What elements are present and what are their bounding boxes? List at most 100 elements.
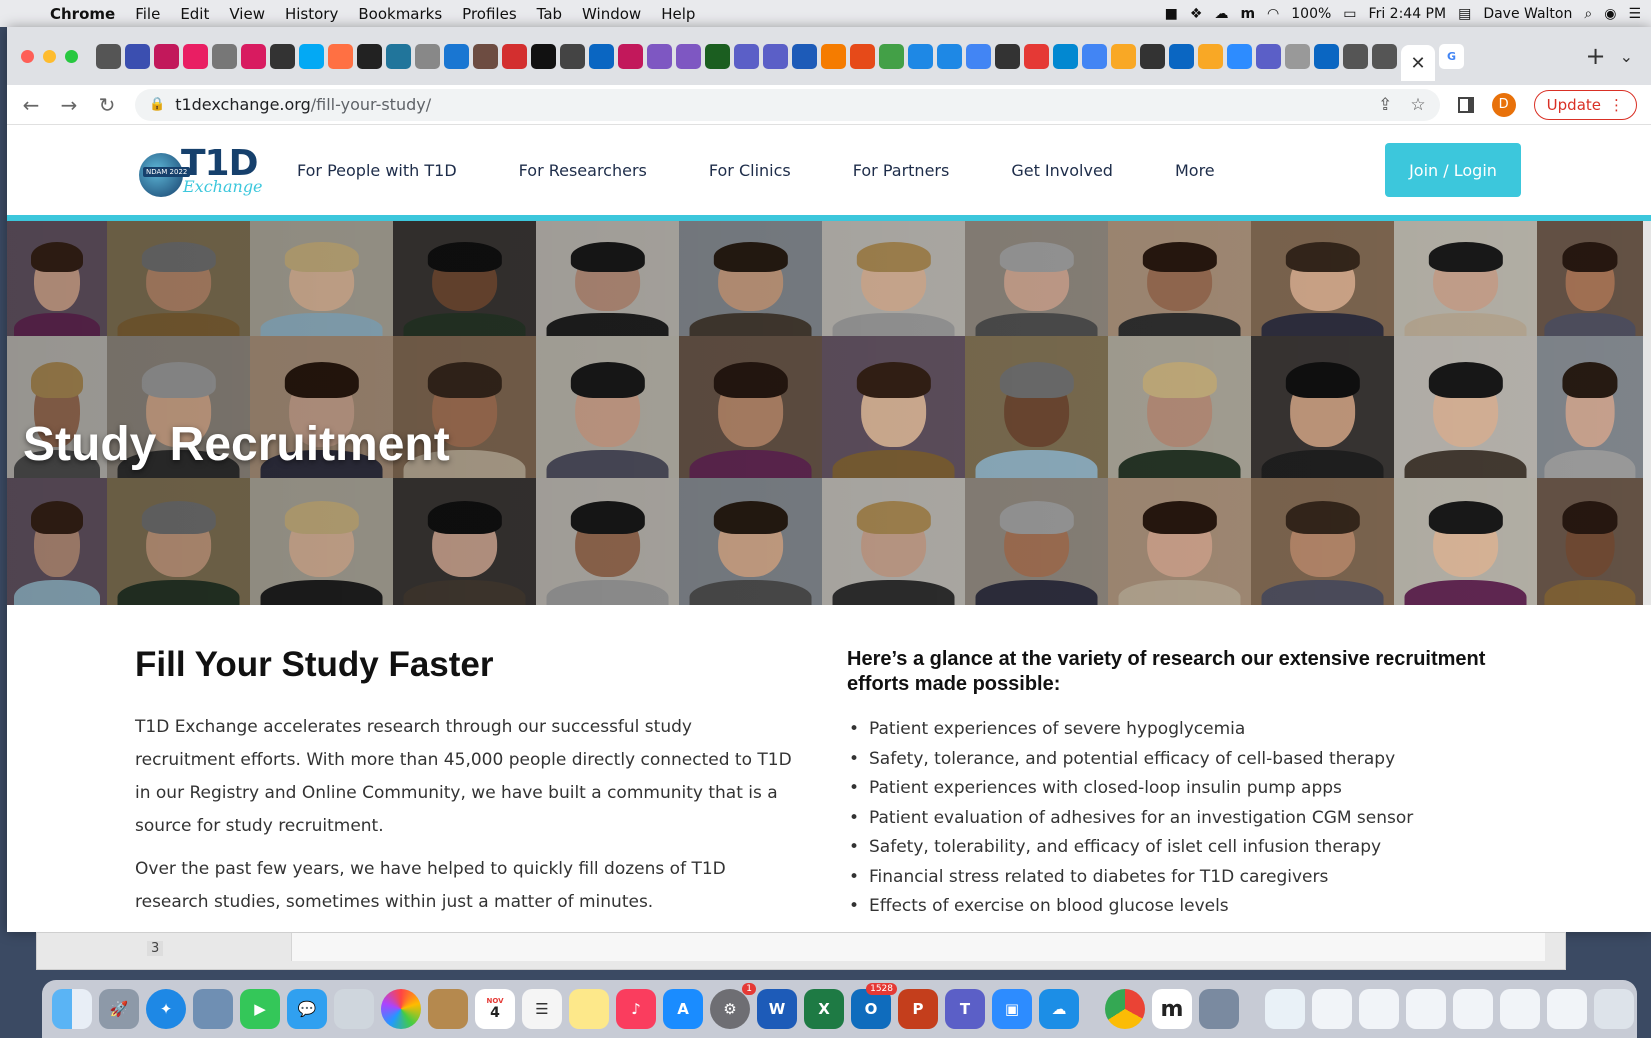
pinned-tab-favicon-icon[interactable] (328, 43, 353, 69)
finder-icon[interactable] (52, 989, 92, 1029)
notes-icon[interactable] (569, 989, 609, 1029)
pinned-tab-favicon-icon[interactable] (879, 43, 904, 69)
trash-icon[interactable] (1594, 989, 1634, 1029)
pinned-tab-favicon-icon[interactable] (937, 43, 962, 69)
siri-icon[interactable]: ◉ (1604, 6, 1616, 22)
reminders-icon[interactable]: ☰ (522, 989, 562, 1029)
pinned-tab-favicon-icon[interactable] (560, 43, 585, 69)
pinned-tab-favicon-icon[interactable] (299, 43, 324, 69)
nav-for-researchers[interactable]: For Researchers (519, 161, 647, 180)
minimized-window-thumbnail[interactable] (1500, 989, 1540, 1029)
minimized-window-thumbnail[interactable] (1547, 989, 1587, 1029)
onedrive-icon[interactable]: ☁ (1039, 989, 1079, 1029)
share-icon[interactable]: ⇪ (1378, 95, 1392, 115)
menubar-clock[interactable]: Fri 2:44 PM (1369, 6, 1447, 22)
pinned-tab-favicon-icon[interactable] (908, 43, 933, 69)
pinned-tab-favicon-icon[interactable] (995, 43, 1020, 69)
pinned-tab-favicon-icon[interactable] (589, 43, 614, 69)
minimized-window-thumbnail[interactable] (1312, 989, 1352, 1029)
menu-history[interactable]: History (275, 5, 348, 23)
pinned-tab-favicon-icon[interactable] (1227, 43, 1252, 69)
menu-help[interactable]: Help (651, 5, 705, 23)
pinned-tab-favicon-icon[interactable] (125, 43, 150, 69)
powerpoint-icon[interactable]: P (898, 989, 938, 1029)
contacts-icon[interactable] (428, 989, 468, 1029)
word-icon[interactable]: W (757, 989, 797, 1029)
system-preferences-icon[interactable]: ⚙ 1 (710, 983, 756, 1029)
pinned-tab-favicon-icon[interactable] (444, 43, 469, 69)
screenshot-tool-icon[interactable] (1199, 989, 1239, 1029)
preview-icon[interactable] (193, 989, 233, 1029)
pinned-tab-favicon-icon[interactable] (502, 43, 527, 69)
menu-edit[interactable]: Edit (170, 5, 219, 23)
pinned-tab-favicon-icon[interactable] (183, 43, 208, 69)
pinned-tab-favicon-icon[interactable] (1053, 43, 1078, 69)
google-tab-favicon-icon[interactable]: G (1439, 43, 1464, 69)
menu-tab[interactable]: Tab (527, 5, 572, 23)
menu-view[interactable]: View (219, 5, 275, 23)
menu-chrome[interactable]: Chrome (40, 5, 125, 23)
pinned-tab-favicon-icon[interactable] (96, 43, 121, 69)
battery-icon[interactable]: ▭ (1343, 6, 1356, 22)
t1d-exchange-logo[interactable]: NDAM 2022 T1D Exchange (139, 141, 263, 199)
minimized-window-thumbnail[interactable] (1359, 989, 1399, 1029)
new-tab-button[interactable]: + (1571, 42, 1619, 70)
nav-for-partners[interactable]: For Partners (853, 161, 950, 180)
spotlight-search-icon[interactable]: ⌕ (1584, 6, 1592, 22)
pinned-tab-favicon-icon[interactable] (734, 43, 759, 69)
zoom-status-icon[interactable]: ■ (1165, 6, 1178, 22)
pinned-tab-favicon-icon[interactable] (1140, 43, 1165, 69)
side-panel-icon[interactable] (1457, 96, 1474, 113)
pinned-tab-favicon-icon[interactable] (415, 43, 440, 69)
minimized-window-thumbnail[interactable] (1265, 989, 1305, 1029)
pinned-tab-favicon-icon[interactable] (763, 43, 788, 69)
pinned-tab-favicon-icon[interactable] (647, 43, 672, 69)
pinned-tab-favicon-icon[interactable] (270, 43, 295, 69)
pinned-tab-favicon-icon[interactable] (154, 43, 179, 69)
pinned-tab-favicon-icon[interactable] (821, 43, 846, 69)
pinned-tab-favicon-icon[interactable] (1256, 43, 1281, 69)
pinned-tab-favicon-icon[interactable] (241, 43, 266, 69)
control-center-icon[interactable]: ☰ (1628, 6, 1641, 22)
nav-for-clinics[interactable]: For Clinics (709, 161, 791, 180)
reload-icon[interactable]: ↻ (97, 93, 117, 117)
menu-window[interactable]: Window (572, 5, 651, 23)
app-store-icon[interactable]: A (663, 989, 703, 1029)
pinned-tab-favicon-icon[interactable] (1198, 43, 1223, 69)
chrome-icon[interactable] (1105, 989, 1145, 1029)
flag-icon[interactable]: ▤ (1458, 6, 1471, 22)
pinned-tab-favicon-icon[interactable] (1314, 43, 1339, 69)
close-window-button[interactable] (21, 49, 34, 63)
pinned-tab-favicon-icon[interactable] (850, 43, 875, 69)
background-document-window[interactable]: 3 (36, 932, 1566, 970)
m-app-icon[interactable]: m (1240, 6, 1255, 22)
minimize-window-button[interactable] (43, 49, 56, 63)
profile-avatar[interactable]: D (1491, 92, 1516, 117)
nav-get-involved[interactable]: Get Involved (1011, 161, 1113, 180)
safari-icon[interactable]: ✦ (146, 989, 186, 1029)
address-bar[interactable]: 🔒 t1dexchange.org/fill-your-study/ ⇪ ☆ (135, 88, 1440, 121)
pinned-tab-favicon-icon[interactable] (1024, 43, 1049, 69)
minimized-window-thumbnail[interactable] (1453, 989, 1493, 1029)
calendar-icon[interactable]: NOV 4 (475, 989, 515, 1029)
pinned-tab-favicon-icon[interactable] (1285, 43, 1310, 69)
pinned-tab-favicon-icon[interactable] (531, 43, 556, 69)
menu-file[interactable]: File (125, 5, 170, 23)
pinned-tab-favicon-icon[interactable] (357, 43, 382, 69)
cloud-icon[interactable]: ☁ (1214, 6, 1228, 22)
messages-icon[interactable]: 💬 (287, 989, 327, 1029)
photos-icon[interactable] (381, 989, 421, 1029)
back-arrow-icon[interactable]: ← (21, 93, 41, 117)
menubar-user[interactable]: Dave Walton (1483, 6, 1572, 22)
pinned-tab-favicon-icon[interactable] (473, 43, 498, 69)
menu-bookmarks[interactable]: Bookmarks (348, 5, 452, 23)
pinned-tab-favicon-icon[interactable] (212, 43, 237, 69)
excel-icon[interactable]: X (804, 989, 844, 1029)
zoom-icon[interactable]: ▣ (992, 989, 1032, 1029)
kebab-menu-icon[interactable]: ⋮ (1609, 96, 1624, 114)
pinned-tab-favicon-icon[interactable] (792, 43, 817, 69)
pinned-tab-favicon-icon[interactable] (1343, 43, 1368, 69)
music-icon[interactable]: ♪ (616, 989, 656, 1029)
bookmark-star-icon[interactable]: ☆ (1410, 95, 1425, 115)
nav-more[interactable]: More (1175, 161, 1215, 180)
